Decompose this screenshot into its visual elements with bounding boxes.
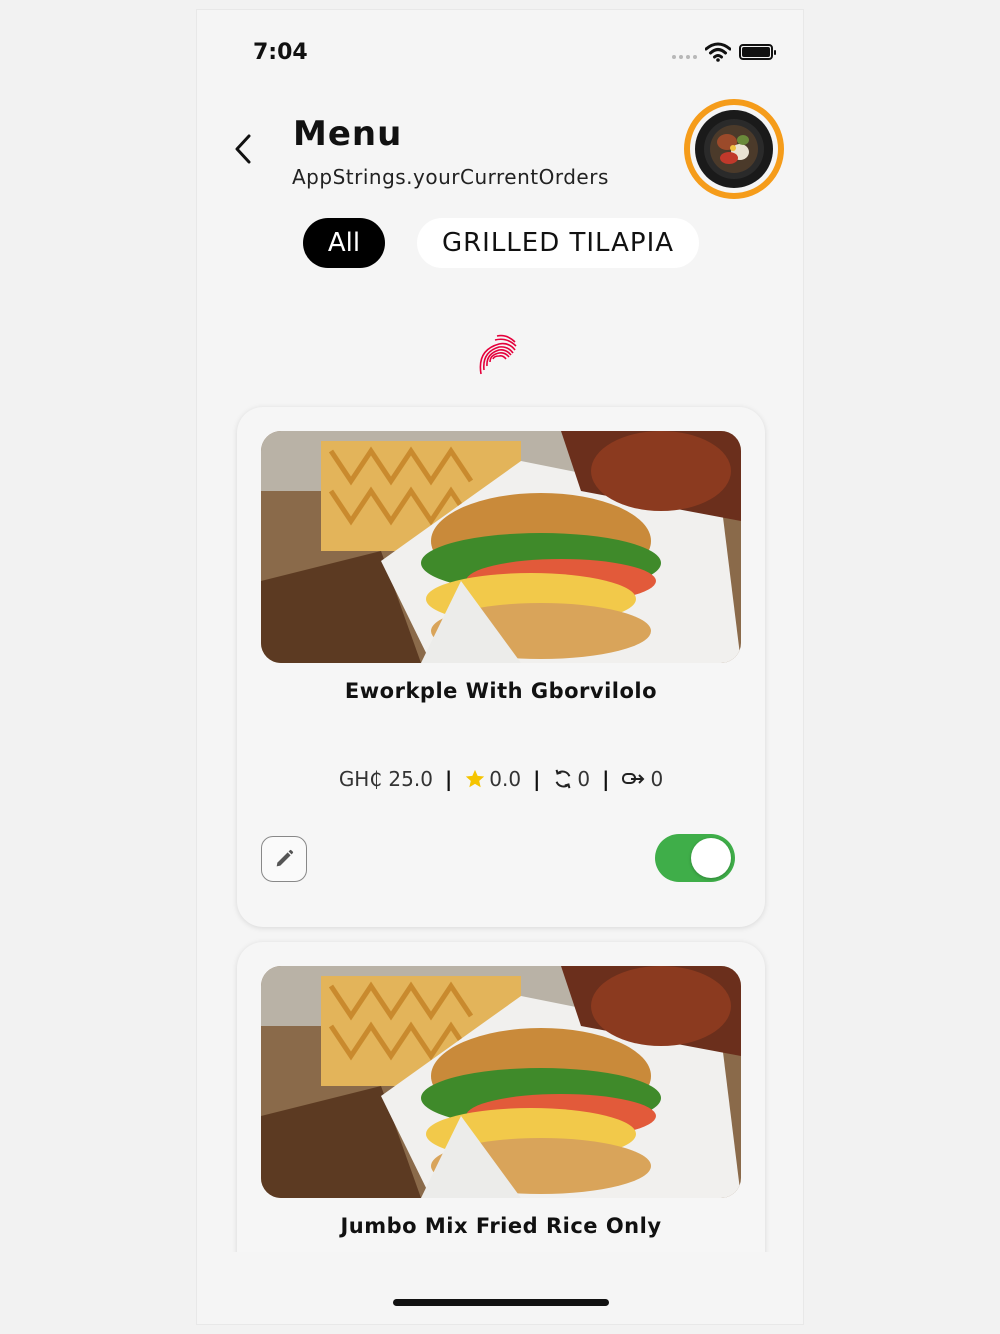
tab-all[interactable]: All (303, 218, 385, 268)
chevron-left-icon (235, 134, 251, 164)
avatar-image (695, 110, 773, 188)
stat-separator: | (444, 767, 453, 791)
back-button[interactable] (229, 128, 259, 168)
restaurant-avatar[interactable] (684, 99, 784, 199)
share-link-icon (622, 773, 645, 784)
shares-value: 0 (650, 767, 664, 791)
availability-toggle[interactable] (655, 834, 735, 882)
pencil-icon (276, 849, 294, 867)
stat-separator: | (533, 767, 541, 791)
battery-icon (739, 44, 776, 60)
wifi-icon (705, 42, 731, 62)
stat-separator: | (602, 767, 610, 791)
star-icon (466, 769, 485, 788)
menu-item-card[interactable]: Eworkple With Gborvilolo GH₵ 25.0 | 0.0 … (237, 407, 765, 927)
signal-icon (672, 55, 697, 59)
item-name: Eworkple With Gborvilolo (344, 679, 658, 703)
page-subtitle: AppStrings.yourCurrentOrders (292, 165, 609, 189)
reorders-value: 0 (577, 767, 591, 791)
category-tabs: All GRILLED TILAPIA (303, 218, 699, 268)
bottom-bar (197, 1252, 803, 1324)
status-icons (672, 42, 776, 62)
item-rating: 0.0 (464, 767, 521, 791)
food-image (261, 966, 741, 1198)
phone-frame: 7:04 Menu AppStrings.yourCurrentOrders A… (196, 9, 804, 1325)
page-title: Menu (293, 114, 403, 154)
edit-item-button[interactable] (261, 836, 307, 882)
tab-grilled-tilapia[interactable]: GRILLED TILAPIA (417, 218, 699, 268)
rating-value: 0.0 (489, 767, 522, 791)
item-reorders: 0 (552, 767, 590, 791)
item-stats: GH₵ 25.0 | 0.0 | 0 | 0 (237, 767, 765, 791)
item-shares: 0 (621, 767, 663, 791)
food-image (261, 431, 741, 663)
refresh-icon (556, 769, 571, 789)
status-time: 7:04 (253, 40, 308, 65)
loading-spinner-icon (479, 334, 517, 375)
item-name: Jumbo Mix Fried Rice Only (340, 1214, 662, 1238)
home-indicator[interactable] (393, 1299, 609, 1306)
item-price: GH₵ 25.0 (338, 767, 433, 791)
toggle-knob (691, 838, 731, 878)
